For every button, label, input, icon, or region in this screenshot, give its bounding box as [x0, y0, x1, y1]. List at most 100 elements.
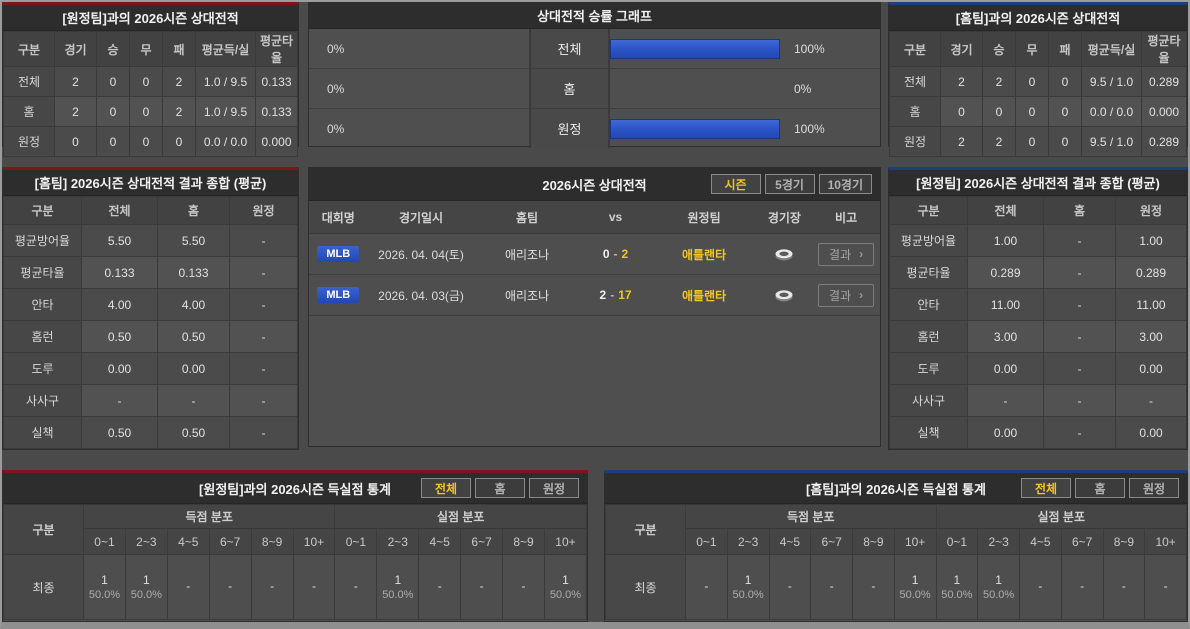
table-row: 최종 - 150.0% - - - 150.0% 150.0% 150.0% -…: [606, 555, 1187, 620]
right-percent-label: 100%: [780, 109, 842, 148]
stat-cell: 1.0 / 9.5: [196, 97, 256, 127]
note-cell: 결과›: [812, 243, 880, 266]
count: -: [438, 579, 442, 593]
home-team-name: 애리조나: [475, 287, 580, 304]
matchup-cell: 애리조나 0-2 애틀랜타: [475, 246, 757, 263]
percent: 50.0%: [937, 589, 978, 601]
right-percent-label: 100%: [780, 29, 842, 68]
stat-cell: 0: [97, 127, 130, 157]
row-label: 최종: [606, 555, 686, 620]
stat-cell: 0.133: [82, 257, 158, 289]
stat-cell: -: [1044, 289, 1116, 321]
stat-cell: 0: [97, 67, 130, 97]
range-header: 10+: [293, 529, 335, 555]
graph-row-home: 0% 홈 0%: [309, 69, 880, 109]
stat-cell: 0.00: [1116, 353, 1187, 385]
away-score-dist-title: [원정팀]과의 2026시즌 득실점 통계: [199, 479, 391, 498]
scored-group-header: 득점 분포: [686, 505, 937, 529]
col-header-datetime: 경기일시: [368, 209, 475, 226]
tab-all[interactable]: 전체: [1021, 478, 1071, 498]
stat-cell: 0: [1016, 127, 1049, 157]
range-header: 4~5: [1020, 529, 1062, 555]
column-header: 무: [1016, 32, 1049, 67]
stat-cell: 0.289: [1142, 67, 1187, 97]
dist-cell: 150.0%: [894, 555, 936, 620]
stat-cell: 0.00: [968, 417, 1044, 449]
range-header: 6~7: [1061, 529, 1103, 555]
column-header: 구분: [606, 505, 686, 555]
row-label: 도루: [890, 353, 968, 385]
dist-cell: -: [209, 555, 251, 620]
right-bar-track: [610, 109, 780, 148]
column-header: 구분: [890, 197, 968, 225]
dist-cell: 150.0%: [978, 555, 1020, 620]
graph-row-away: 0% 원정 100%: [309, 109, 880, 148]
group-header-row: 구분 득점 분포 실점 분포: [4, 505, 587, 529]
column-header: 전체: [968, 197, 1044, 225]
column-header: 원정: [1116, 197, 1187, 225]
stat-cell: 1.0 / 9.5: [196, 67, 256, 97]
percent: 50.0%: [84, 589, 125, 601]
count: 1: [912, 573, 919, 587]
stadium-icon: [773, 288, 795, 303]
league-badge: MLB: [317, 246, 359, 262]
game-datetime: 2026. 04. 04(토): [368, 246, 475, 263]
matchup-cell: 애리조나 2-17 애틀랜타: [475, 287, 757, 304]
tab-away[interactable]: 원정: [529, 478, 579, 498]
graph-row-label: 원정: [529, 109, 610, 148]
tab-all[interactable]: 전체: [421, 478, 471, 498]
winrate-graph-panel: 상대전적 승률 그래프 0% 전체 100% 0% 홈 0% 0% 원정 100…: [308, 2, 881, 147]
left-bar-track: [359, 69, 529, 108]
column-header: 승: [983, 32, 1016, 67]
row-label: 실책: [4, 417, 82, 449]
stat-cell: -: [230, 353, 298, 385]
stat-cell: 11.00: [968, 289, 1044, 321]
row-label: 사사구: [890, 385, 968, 417]
row-label: 홈런: [4, 321, 82, 353]
tab-season[interactable]: 시즌: [711, 174, 761, 194]
count: -: [186, 579, 190, 593]
dist-cell: 150.0%: [936, 555, 978, 620]
count: -: [1080, 579, 1084, 593]
tab-home[interactable]: 홈: [1075, 478, 1125, 498]
count: -: [312, 579, 316, 593]
game-row: MLB 2026. 04. 04(토) 애리조나 0-2 애틀랜타 결과›: [309, 234, 880, 275]
stat-cell: 0: [1049, 97, 1082, 127]
stat-cell: 2: [163, 67, 196, 97]
row-label: 원정: [4, 127, 55, 157]
stat-cell: 2: [55, 67, 97, 97]
tab-last5[interactable]: 5경기: [765, 174, 815, 194]
range-header: 8~9: [503, 529, 545, 555]
result-button[interactable]: 결과›: [818, 243, 874, 266]
row-label: 전체: [890, 67, 941, 97]
home-score-dist-panel: [홈팀]과의 2026시즌 득실점 통계 전체 홈 원정 구분 득점 분포 실점…: [604, 470, 1188, 622]
tab-home[interactable]: 홈: [475, 478, 525, 498]
count: -: [228, 579, 232, 593]
dist-cell: -: [811, 555, 853, 620]
count: -: [1122, 579, 1126, 593]
percent: 50.0%: [978, 589, 1019, 601]
game-datetime: 2026. 04. 03(금): [368, 287, 475, 304]
tab-away[interactable]: 원정: [1129, 478, 1179, 498]
stat-cell: 0.133: [256, 67, 298, 97]
stat-cell: 0: [130, 67, 163, 97]
count: -: [522, 579, 526, 593]
right-bar-track: [610, 29, 780, 68]
column-header: 전체: [82, 197, 158, 225]
header-row: 구분 경기 승 무 패 평균득/실 평균타율: [890, 32, 1187, 67]
stat-cell: 0.50: [158, 417, 230, 449]
stat-cell: -: [1044, 353, 1116, 385]
away-score-dist-tabs: 전체 홈 원정: [421, 478, 579, 498]
dist-cell: -: [251, 555, 293, 620]
table-row: 도루0.000.00-: [4, 353, 298, 385]
row-label: 홈런: [890, 321, 968, 353]
league-cell: MLB: [309, 287, 368, 303]
count: 1: [745, 573, 752, 587]
col-header-stadium: 경기장: [757, 209, 813, 226]
row-label: 사사구: [4, 385, 82, 417]
tab-last10[interactable]: 10경기: [819, 174, 872, 194]
stat-cell: 4.00: [82, 289, 158, 321]
count: 1: [101, 573, 108, 587]
result-button[interactable]: 결과›: [818, 284, 874, 307]
stat-cell: 0.50: [82, 321, 158, 353]
